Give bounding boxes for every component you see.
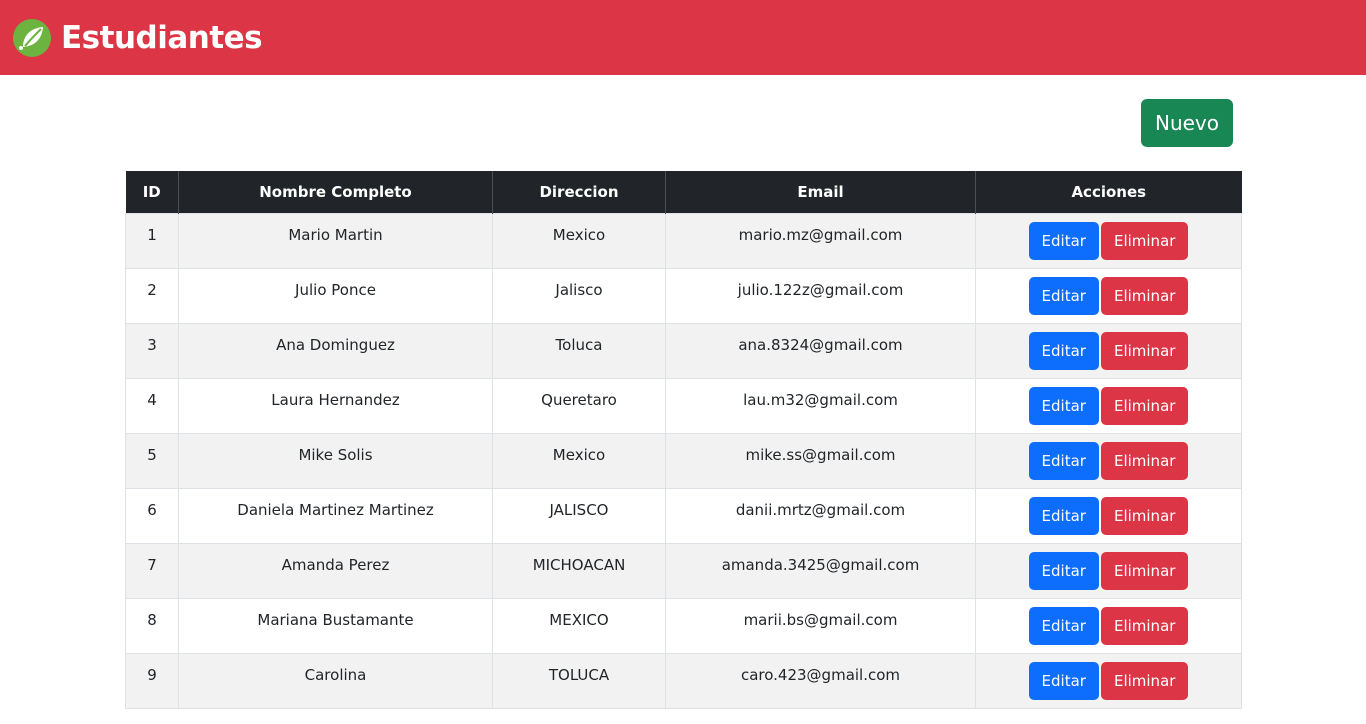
cell-address: Mexico [492, 432, 666, 489]
delete-button[interactable]: Eliminar [1100, 331, 1189, 370]
spring-leaf-icon[interactable] [12, 18, 52, 58]
table-row: 7 Amanda Perez MICHOACAN amanda.3425@gmail.… [125, 542, 1242, 599]
cell-actions: Editar Eliminar [975, 652, 1242, 709]
cell-address: Jalisco [492, 267, 666, 324]
table-row: 2 Julio Ponce Jalisco julio.122z@gmail.com E… [125, 267, 1242, 324]
cell-name: Julio Ponce [178, 267, 493, 324]
cell-actions: Editar Eliminar [975, 597, 1242, 654]
edit-button[interactable]: Editar [1028, 276, 1099, 315]
delete-button[interactable]: Eliminar [1100, 496, 1189, 535]
edit-button[interactable]: Editar [1028, 496, 1099, 535]
edit-button[interactable]: Editar [1028, 331, 1099, 370]
cell-actions: Editar Eliminar [975, 322, 1242, 379]
cell-name: Ana Dominguez [178, 322, 493, 379]
cell-address: JALISCO [492, 487, 666, 544]
table-row: 1 Mario Martin Mexico mario.mz@gmail.com Edi… [125, 212, 1242, 269]
cell-id: 1 [125, 212, 179, 269]
cell-name: Laura Hernandez [178, 377, 493, 434]
edit-button[interactable]: Editar [1028, 551, 1099, 590]
delete-button[interactable]: Eliminar [1100, 661, 1189, 700]
cell-actions: Editar Eliminar [975, 432, 1242, 489]
cell-address: Toluca [492, 322, 666, 379]
cell-name: Amanda Perez [178, 542, 493, 599]
cell-actions: Editar Eliminar [975, 487, 1242, 544]
delete-button[interactable]: Eliminar [1100, 386, 1189, 425]
students-table: ID Nombre Completo Direccion Email Accio… [125, 171, 1242, 709]
table-header-row: ID Nombre Completo Direccion Email Accio… [125, 171, 1242, 213]
table-row: 6 Daniela Martinez Martinez JALISCO danii.m… [125, 487, 1242, 544]
cell-actions: Editar Eliminar [975, 542, 1242, 599]
delete-button[interactable]: Eliminar [1100, 221, 1189, 260]
cell-email: mike.ss@gmail.com [665, 432, 976, 489]
delete-button[interactable]: Eliminar [1100, 606, 1189, 645]
page-title[interactable]: Estudiantes [61, 20, 263, 56]
table-row: 5 Mike Solis Mexico mike.ss@gmail.com Editar… [125, 432, 1242, 489]
cell-id: 3 [125, 322, 179, 379]
cell-actions: Editar Eliminar [975, 377, 1242, 434]
edit-button[interactable]: Editar [1028, 221, 1099, 260]
cell-id: 9 [125, 652, 179, 709]
cell-address: MICHOACAN [492, 542, 666, 599]
delete-button[interactable]: Eliminar [1100, 441, 1189, 480]
edit-button[interactable]: Editar [1028, 386, 1099, 425]
table-row: 8 Mariana Bustamante MEXICO marii.bs@gmail.… [125, 597, 1242, 654]
cell-address: TOLUCA [492, 652, 666, 709]
table-row: 9 Carolina TOLUCA caro.423@gmail.com Editar E… [125, 652, 1242, 709]
cell-address: MEXICO [492, 597, 666, 654]
cell-email: caro.423@gmail.com [665, 652, 976, 709]
cell-email: julio.122z@gmail.com [665, 267, 976, 324]
cell-name: Carolina [178, 652, 493, 709]
cell-address: Queretaro [492, 377, 666, 434]
delete-button[interactable]: Eliminar [1100, 276, 1189, 315]
column-header-email: Email [665, 171, 976, 213]
cell-email: danii.mrtz@gmail.com [665, 487, 976, 544]
edit-button[interactable]: Editar [1028, 661, 1099, 700]
cell-id: 7 [125, 542, 179, 599]
cell-id: 6 [125, 487, 179, 544]
delete-button[interactable]: Eliminar [1100, 551, 1189, 590]
edit-button[interactable]: Editar [1028, 606, 1099, 645]
cell-email: lau.m32@gmail.com [665, 377, 976, 434]
navbar: Estudiantes [0, 0, 1366, 75]
table-row: 4 Laura Hernandez Queretaro lau.m32@gmail.c… [125, 377, 1242, 434]
cell-name: Mike Solis [178, 432, 493, 489]
cell-name: Daniela Martinez Martinez [178, 487, 493, 544]
column-header-address: Direccion [492, 171, 666, 213]
cell-actions: Editar Eliminar [975, 267, 1242, 324]
cell-name: Mariana Bustamante [178, 597, 493, 654]
cell-email: marii.bs@gmail.com [665, 597, 976, 654]
new-student-button[interactable]: Nuevo [1141, 99, 1233, 147]
table-row: 3 Ana Dominguez Toluca ana.8324@gmail.com Ed… [125, 322, 1242, 379]
cell-actions: Editar Eliminar [975, 212, 1242, 269]
cell-id: 4 [125, 377, 179, 434]
column-header-id: ID [125, 171, 179, 213]
column-header-name: Nombre Completo [178, 171, 493, 213]
column-header-actions: Acciones [975, 171, 1242, 213]
cell-id: 2 [125, 267, 179, 324]
cell-id: 5 [125, 432, 179, 489]
table-body: 1 Mario Martin Mexico mario.mz@gmail.com Edi… [125, 212, 1242, 709]
cell-name: Mario Martin [178, 212, 493, 269]
cell-email: amanda.3425@gmail.com [665, 542, 976, 599]
cell-email: ana.8324@gmail.com [665, 322, 976, 379]
edit-button[interactable]: Editar [1028, 441, 1099, 480]
cell-address: Mexico [492, 212, 666, 269]
cell-id: 8 [125, 597, 179, 654]
cell-email: mario.mz@gmail.com [665, 212, 976, 269]
